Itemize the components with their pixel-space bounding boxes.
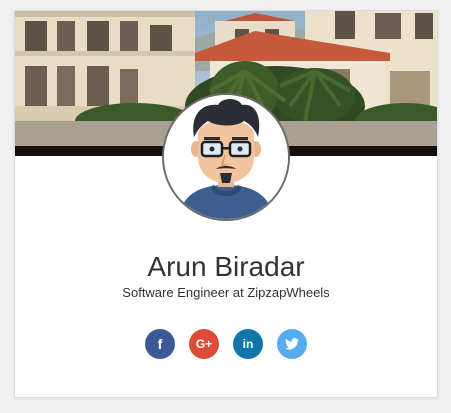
facebook-icon: f	[157, 336, 163, 352]
google-plus-button[interactable]: G+	[189, 329, 219, 359]
twitter-icon	[285, 338, 299, 350]
twitter-button[interactable]	[277, 329, 307, 359]
facebook-button[interactable]: f	[145, 329, 175, 359]
google-plus-icon: G+	[195, 337, 213, 351]
profile-card: Arun Biradar Software Engineer at Zipzap…	[14, 10, 438, 398]
profile-name: Arun Biradar	[147, 251, 305, 282]
linkedin-icon: in	[242, 337, 254, 351]
linkedin-button[interactable]: in	[233, 329, 263, 359]
social-links: f G+ in	[15, 329, 437, 359]
avatar	[162, 93, 290, 221]
profile-title: Software Engineer at ZipzapWheels	[122, 285, 330, 300]
